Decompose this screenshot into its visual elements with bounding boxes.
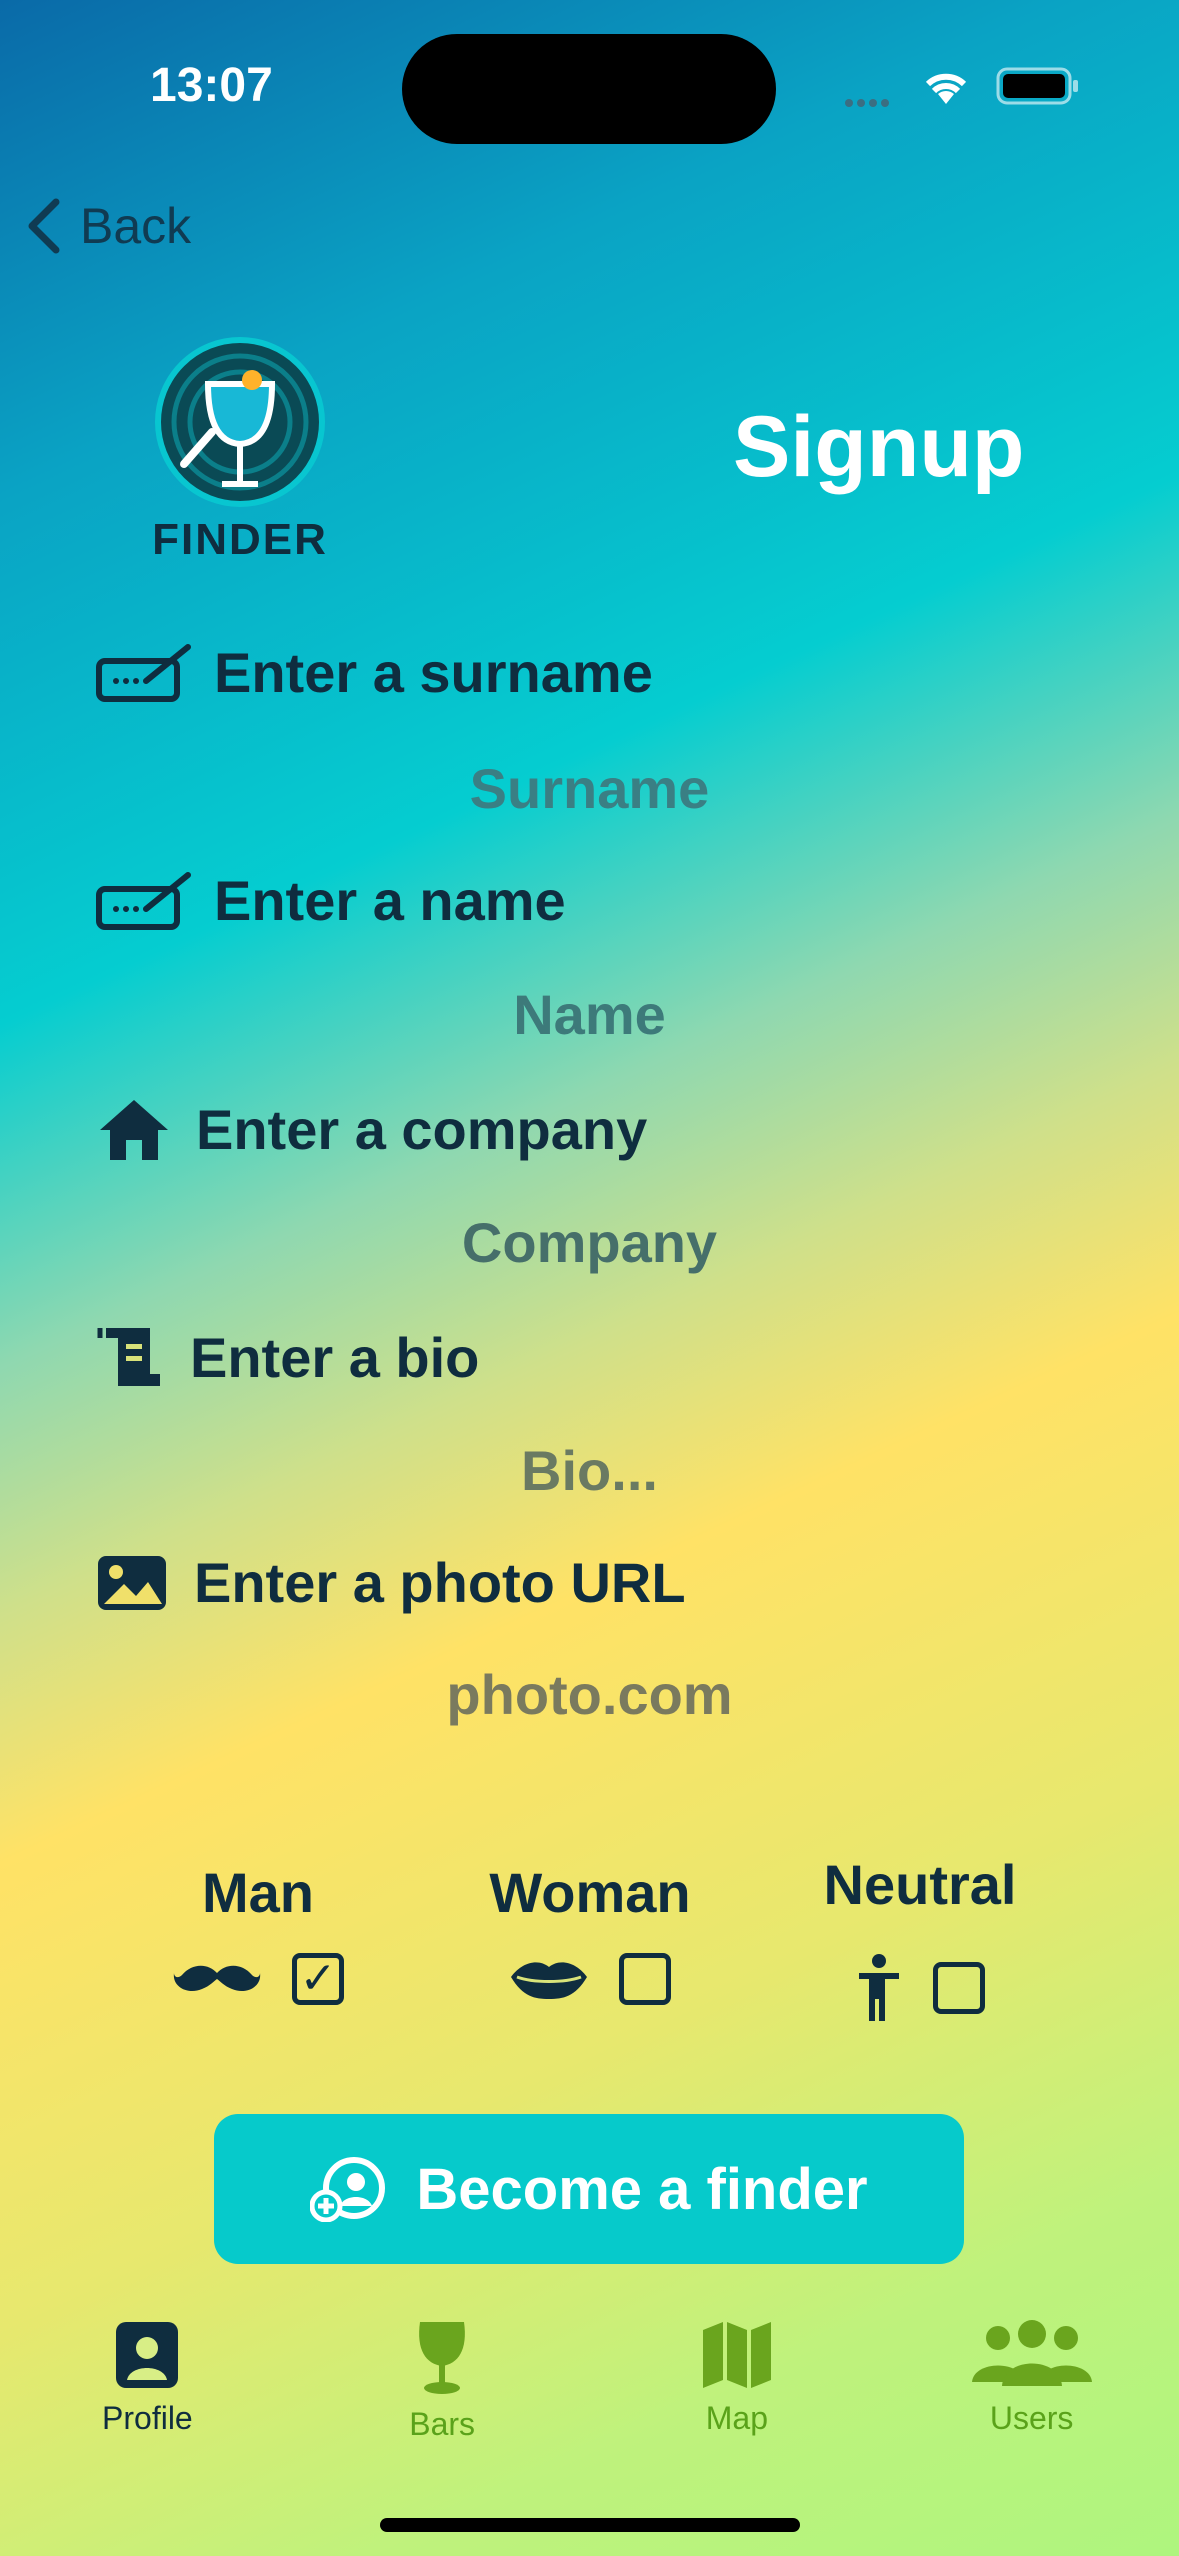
back-label: Back: [80, 198, 192, 254]
logo-wordmark: FINDER: [152, 515, 328, 564]
gender-man-label: Man: [202, 1861, 314, 1924]
man-checkbox[interactable]: ✓: [292, 1953, 344, 2005]
photo-label: Enter a photo URL: [194, 1551, 686, 1614]
woman-checkbox[interactable]: [619, 1953, 671, 2005]
bio-label-row: Enter a bio: [96, 1324, 479, 1390]
surname-label: Enter a surname: [214, 641, 653, 704]
gender-woman-group: Woman: [440, 1860, 740, 2005]
home-indicator: [380, 2518, 800, 2532]
become-finder-button[interactable]: Become a finder: [214, 2114, 964, 2264]
tab-label: Bars: [409, 2406, 476, 2442]
users-icon: [971, 2320, 1092, 2386]
tab-bars[interactable]: Bars: [295, 2320, 590, 2460]
user-plus-icon: [310, 2157, 386, 2222]
tab-profile[interactable]: Profile: [0, 2320, 295, 2460]
company-label: Enter a company: [196, 1097, 648, 1161]
tab-label: Profile: [102, 2400, 193, 2436]
bio-input[interactable]: Bio...: [0, 1438, 1179, 1503]
surname-input[interactable]: Surname: [0, 756, 1179, 821]
company-input[interactable]: Company: [0, 1210, 1179, 1275]
tab-label: Map: [705, 2400, 768, 2436]
tab-map[interactable]: Map: [590, 2320, 885, 2460]
name-input[interactable]: Name: [0, 982, 1179, 1047]
become-finder-label: Become a finder: [416, 2156, 868, 2222]
tab-label: Users: [989, 2400, 1074, 2436]
scroll-icon: [96, 1324, 166, 1390]
wifi-icon: [925, 73, 967, 104]
person-icon: [859, 1954, 899, 2021]
gender-woman-label: Woman: [489, 1861, 691, 1924]
house-icon: [96, 1096, 176, 1162]
cellular-signal-icon: [845, 94, 905, 107]
profile-icon: [116, 2322, 179, 2388]
chevron-left-icon: [28, 198, 60, 254]
gender-neutral-label: Neutral: [823, 1853, 1017, 1916]
photo-label-row: Enter a photo URL: [96, 1550, 686, 1615]
mustache-icon: [173, 1965, 261, 1992]
page-title: Signup: [733, 399, 1025, 495]
battery-icon: [996, 67, 1078, 105]
bio-label: Enter a bio: [190, 1325, 480, 1389]
tab-users[interactable]: Users: [884, 2320, 1179, 2460]
dynamic-island: [402, 34, 776, 144]
checkmark-icon: ✓: [299, 1954, 337, 2003]
lips-icon: [511, 1962, 587, 1999]
neutral-checkbox[interactable]: [933, 1962, 985, 2014]
name-label: Enter a name: [214, 869, 566, 932]
back-button[interactable]: Back: [24, 196, 191, 256]
gender-man-group: Man ✓: [108, 1860, 408, 2005]
company-label-row: Enter a company: [96, 1096, 647, 1162]
surname-label-row: Enter a surname: [96, 640, 653, 705]
map-icon: [702, 2322, 771, 2388]
signature-icon: [96, 871, 192, 931]
photo-input[interactable]: photo.com: [0, 1662, 1179, 1727]
image-icon: [96, 1554, 170, 1612]
name-label-row: Enter a name: [96, 868, 566, 933]
gender-neutral-group: Neutral: [770, 1852, 1070, 2023]
finder-logo: FINDER: [150, 332, 330, 564]
wine-glass-icon: [419, 2322, 466, 2394]
tab-bar: Profile Bars Map Users: [0, 2320, 1179, 2460]
status-time: 13:07: [150, 59, 273, 112]
signature-icon: [96, 643, 192, 703]
